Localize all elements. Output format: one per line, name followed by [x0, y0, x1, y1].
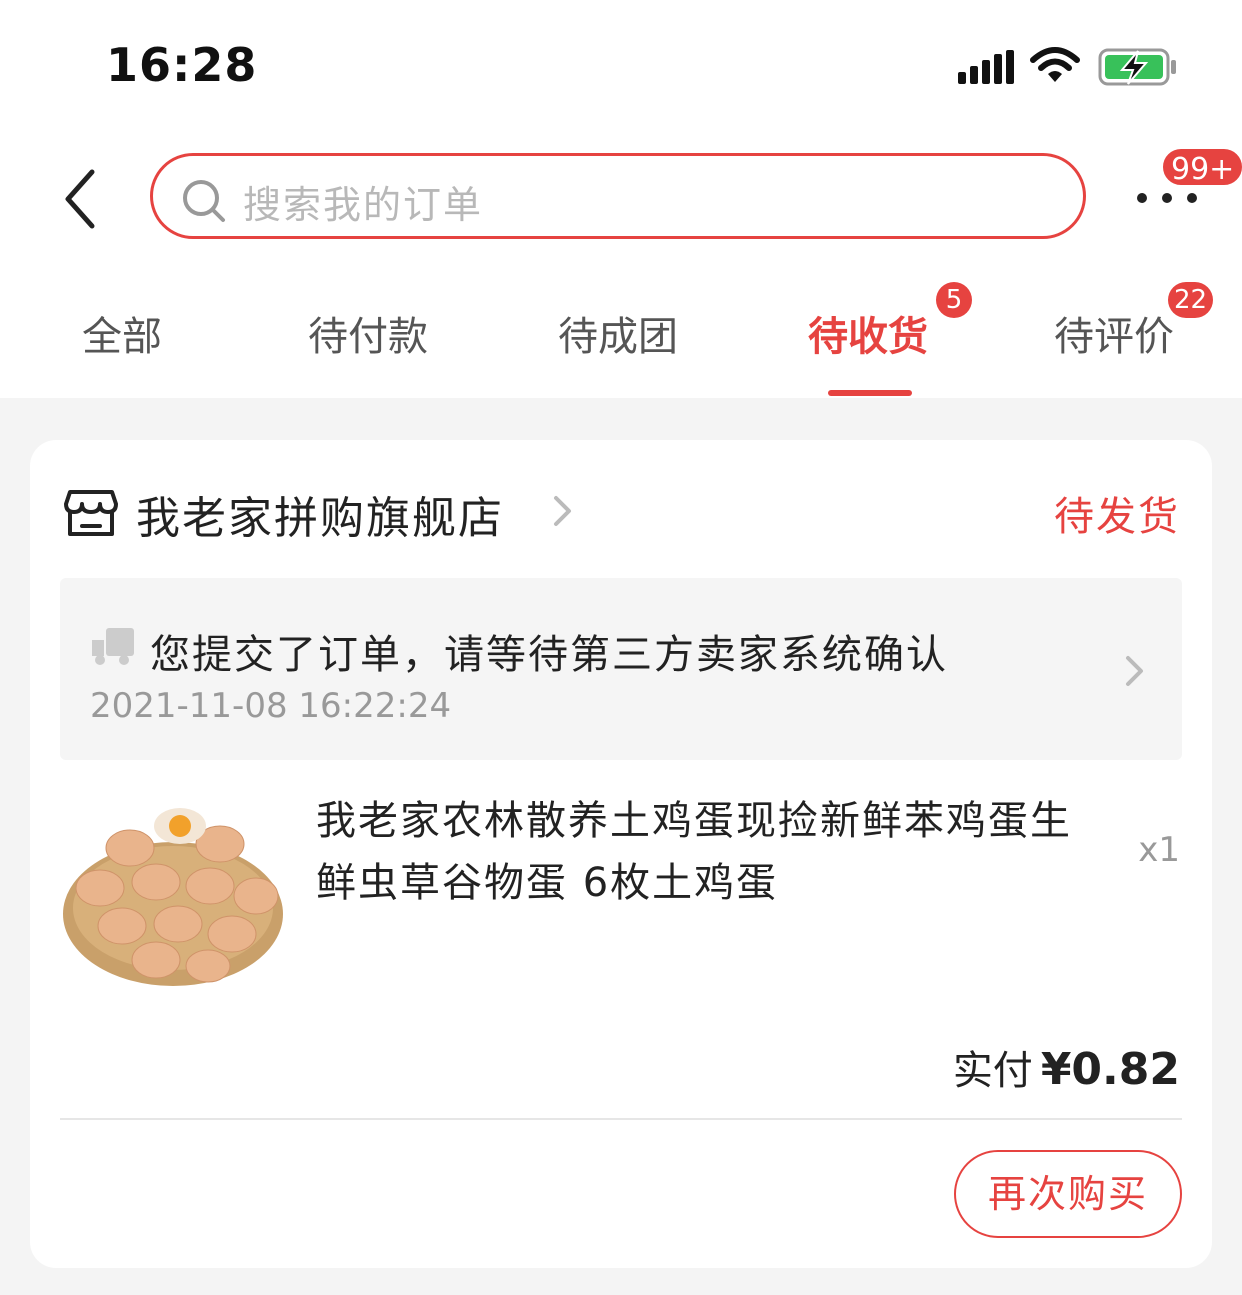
store-icon: [64, 490, 118, 536]
tab-all[interactable]: 全部: [82, 304, 162, 362]
logistics-info[interactable]: 您提交了订单，请等待第三方卖家系统确认 2021-11-08 16:22:24: [60, 578, 1182, 760]
tab-pending-group[interactable]: 待成团: [558, 304, 678, 362]
message-count-badge: 99+: [1160, 146, 1242, 188]
product-quantity: x1: [1138, 830, 1180, 870]
status-time: 16:28: [106, 38, 258, 92]
order-status: 待发货: [1054, 494, 1180, 540]
chevron-right-icon: [554, 496, 571, 526]
paid-label: 实付: [952, 1048, 1033, 1094]
signal-icon: [958, 50, 1014, 84]
back-button[interactable]: [56, 166, 116, 232]
tab-pending-review[interactable]: 待评价: [1054, 304, 1174, 362]
battery-charging-icon: [1098, 48, 1176, 86]
store-name[interactable]: 我老家拼购旗舰店: [136, 482, 504, 546]
active-tab-indicator: [828, 390, 912, 396]
tab-pending-receipt[interactable]: 待收货: [808, 304, 928, 362]
top-area: 16:28 搜索我的订单 99+ 全部 待付款 待成团 待收货 待评价 5 22: [0, 0, 1242, 398]
chevron-right-icon: [1126, 656, 1143, 686]
paid-total: 实付 ¥0.82: [953, 1038, 1180, 1096]
order-card[interactable]: 我老家拼购旗舰店 待发货 您提交了订单，请等待第三方卖家系统确认 2021-11…: [30, 440, 1212, 1268]
product-image[interactable]: [60, 796, 286, 996]
tab-badge: 5: [936, 282, 972, 318]
search-placeholder: 搜索我的订单: [243, 183, 484, 227]
tab-badge: 22: [1168, 282, 1214, 318]
divider: [60, 1118, 1182, 1120]
search-icon: [183, 180, 225, 222]
rebuy-button[interactable]: 再次购买: [954, 1150, 1182, 1238]
paid-amount: ¥0.82: [1040, 1044, 1180, 1095]
logistics-message: 您提交了订单，请等待第三方卖家系统确认: [150, 632, 948, 678]
truck-icon: [92, 628, 134, 665]
product-title[interactable]: 我老家农林散养土鸡蛋现捡新鲜苯鸡蛋生鲜虫草谷物蛋 6枚土鸡蛋: [316, 790, 1106, 914]
wifi-icon: [1030, 47, 1080, 82]
logistics-time: 2021-11-08 16:22:24: [90, 686, 452, 726]
search-input[interactable]: 搜索我的订单: [150, 153, 1086, 239]
tab-pending-payment[interactable]: 待付款: [308, 304, 428, 362]
